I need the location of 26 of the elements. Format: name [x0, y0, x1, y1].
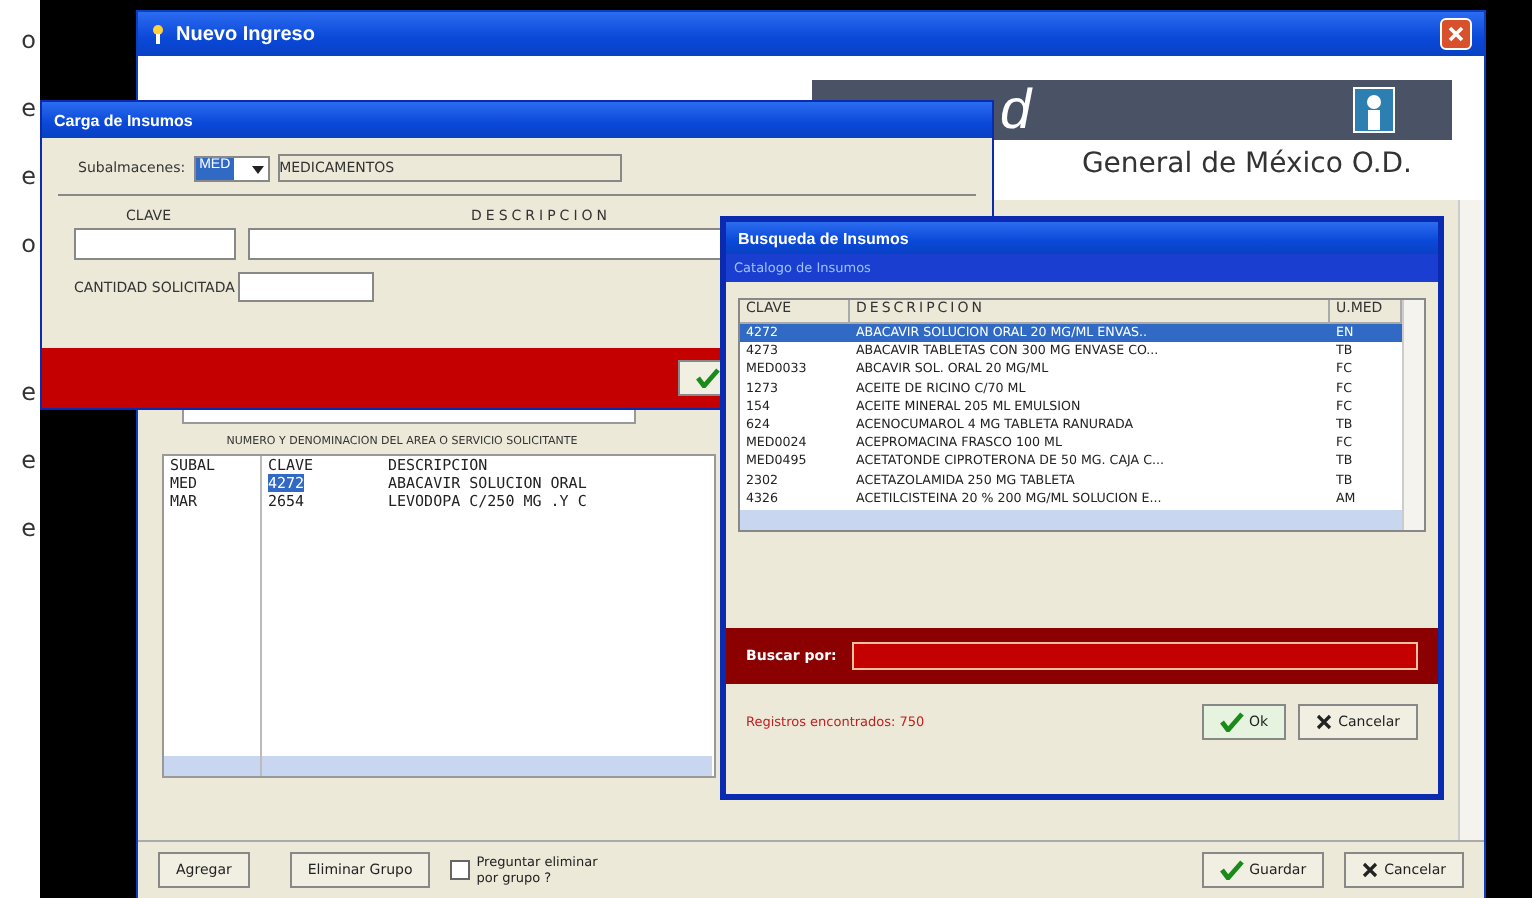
close-icon — [1448, 26, 1464, 42]
checkbox[interactable] — [450, 860, 471, 880]
check-icon — [696, 367, 720, 387]
page-text: o — [21, 232, 38, 256]
banner-subtitle: General de México O.D. — [1081, 148, 1414, 180]
banner-title: d — [1000, 80, 1032, 140]
close-icon — [1316, 714, 1333, 730]
dialog-title: Carga de Insumos — [54, 111, 193, 129]
check-icon — [1219, 860, 1244, 880]
scrollbar — [164, 756, 260, 776]
dialog-title: Busqueda de Insumos — [738, 229, 909, 247]
close-button[interactable] — [1440, 18, 1472, 50]
quantity-field[interactable] — [238, 272, 375, 302]
page-text: e — [21, 516, 38, 540]
app-icon — [150, 24, 166, 44]
page-text: e — [21, 96, 38, 120]
window-title: Nuevo Ingreso — [176, 23, 315, 45]
page-text: o — [21, 28, 38, 52]
clave-field[interactable] — [74, 228, 236, 260]
page-text: e — [21, 164, 38, 188]
search-field[interactable] — [852, 642, 1418, 670]
page-text: e — [21, 380, 38, 404]
close-icon — [1362, 862, 1379, 878]
check-icon — [1219, 712, 1244, 732]
person-icon — [1352, 86, 1396, 134]
page-text: e — [21, 448, 38, 472]
